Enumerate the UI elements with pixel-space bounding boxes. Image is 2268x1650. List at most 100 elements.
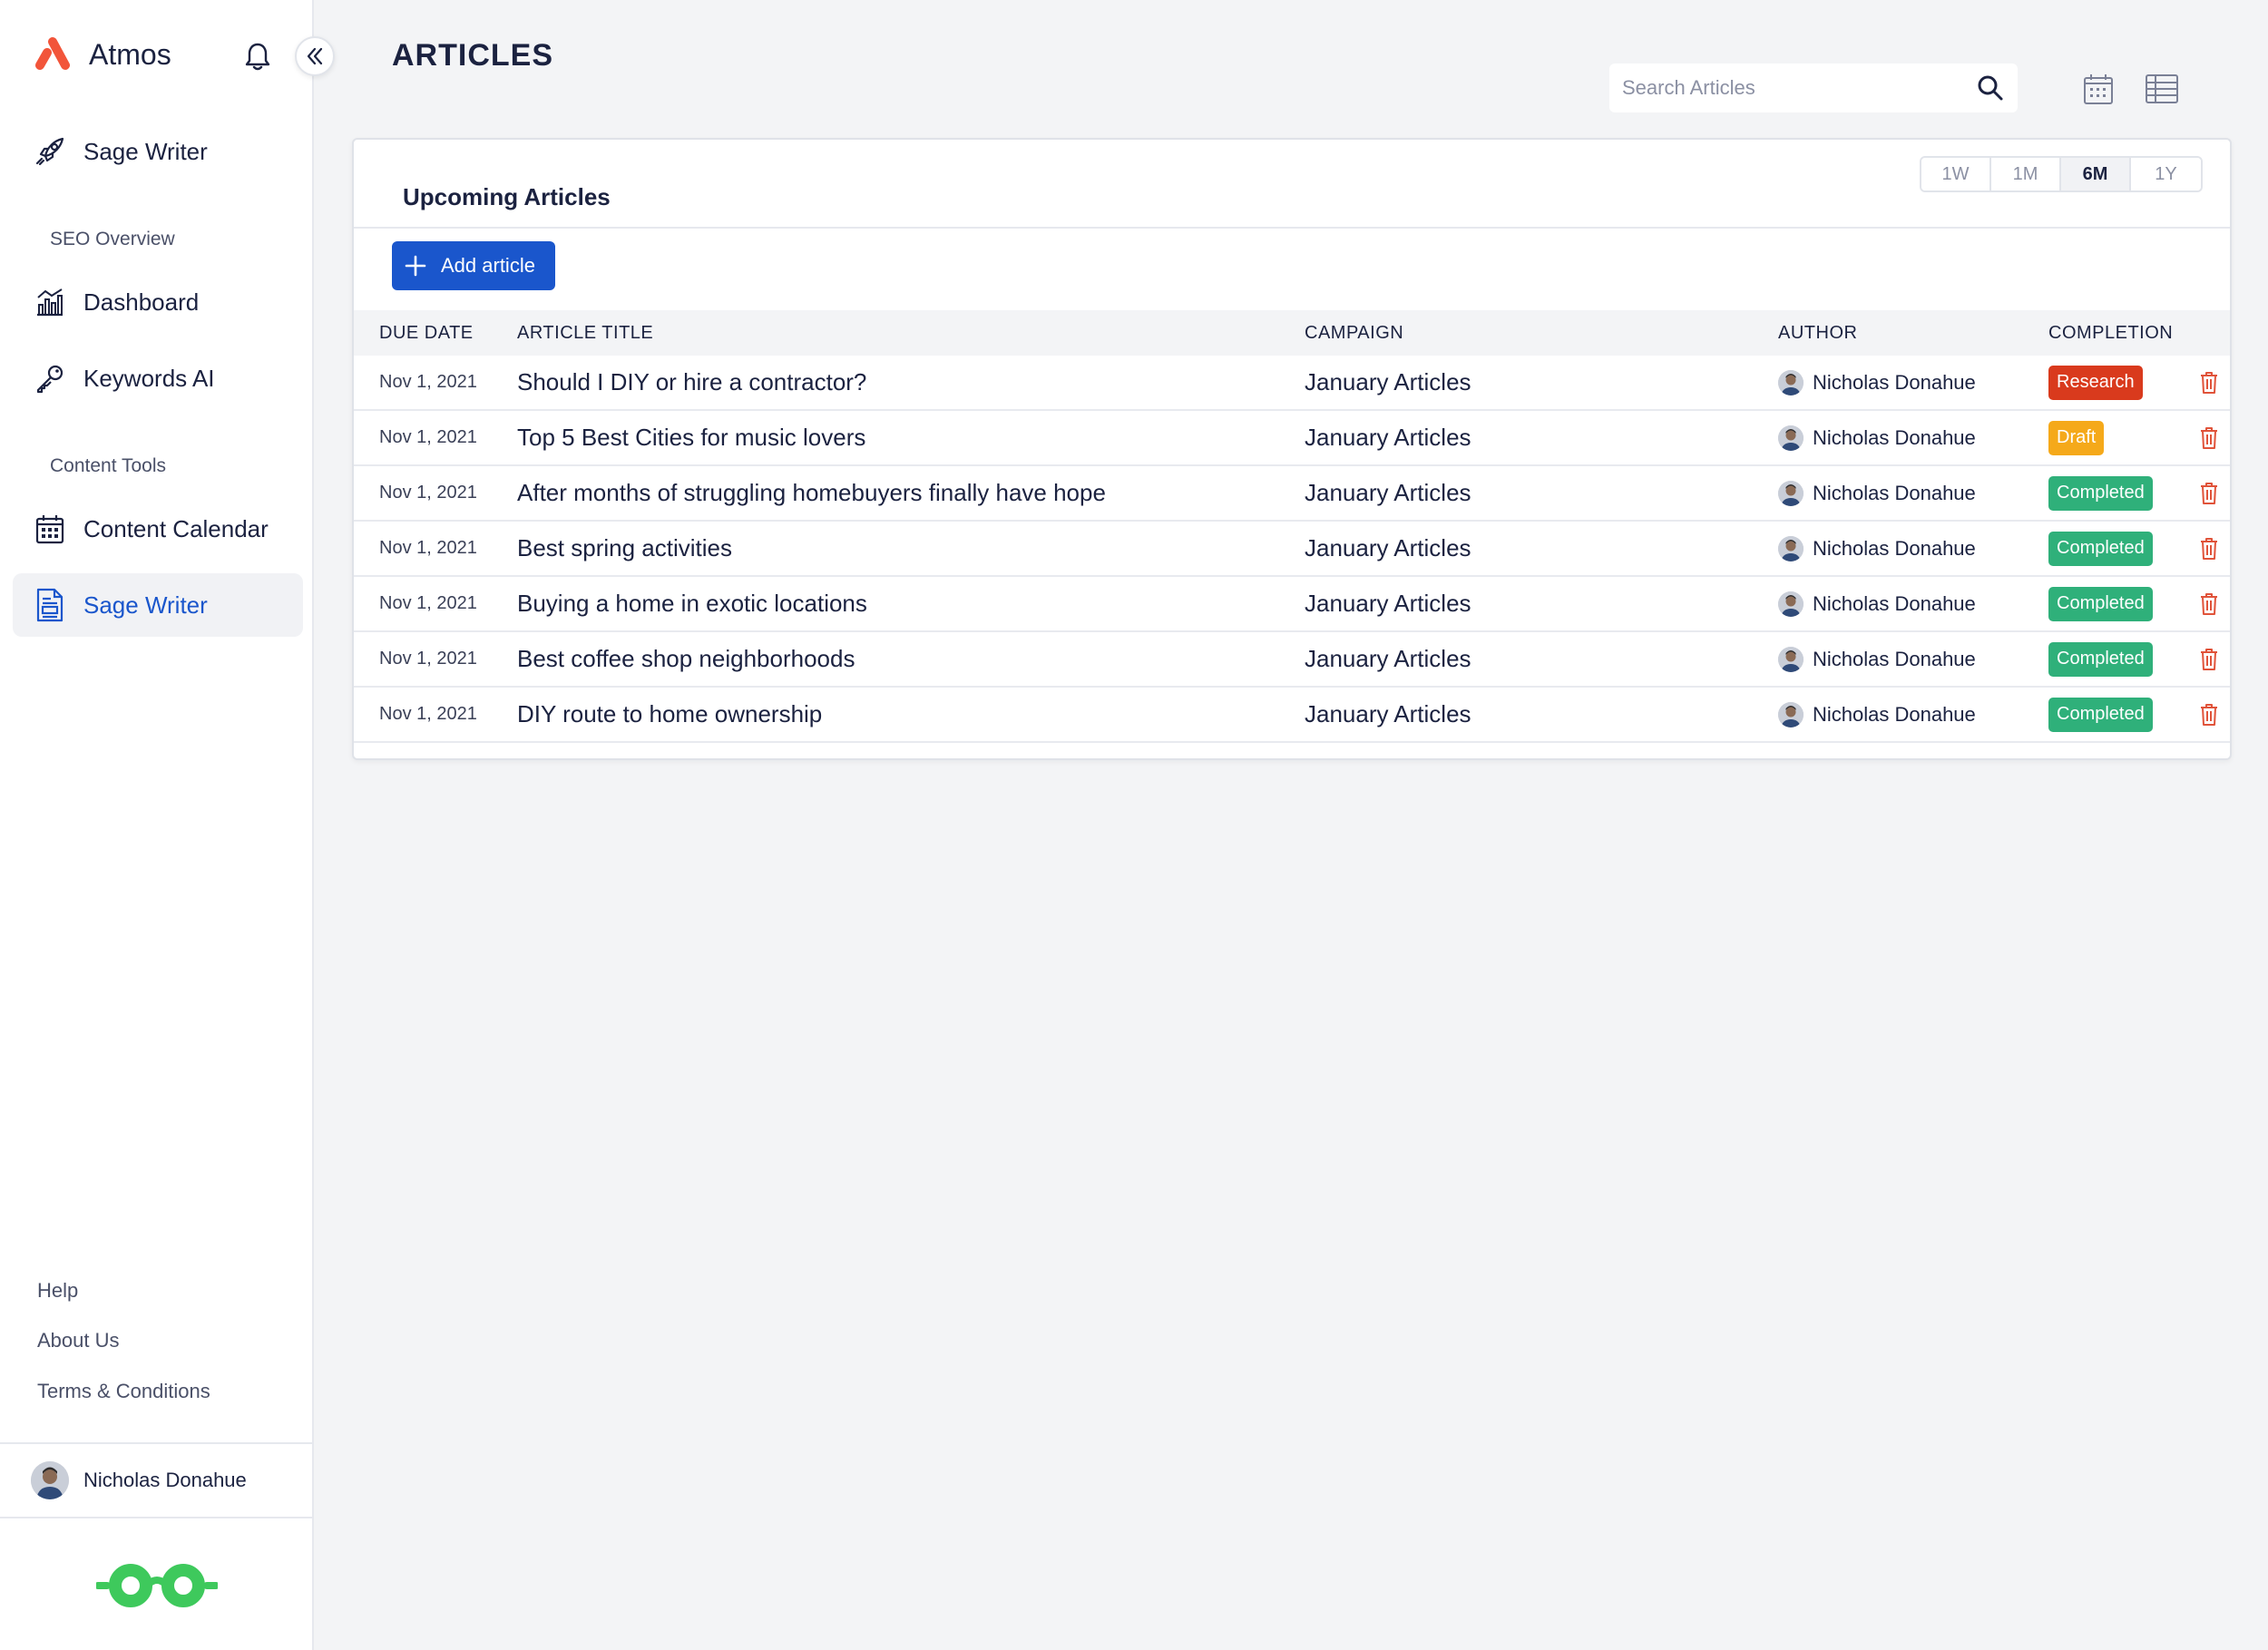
- search-input[interactable]: [1622, 76, 1972, 100]
- sidebar-item-content-calendar[interactable]: Content Calendar: [13, 497, 303, 561]
- author: Nicholas Donahue: [1778, 466, 1976, 520]
- trash-icon: [2201, 426, 2217, 449]
- author-name: Nicholas Donahue: [1813, 647, 1976, 670]
- completion-status: Completed: [2048, 466, 2153, 520]
- section-label-content-tools: Content Tools: [50, 455, 167, 476]
- column-header-due-date[interactable]: DUE DATE: [379, 310, 474, 356]
- status-badge[interactable]: Completed: [2048, 641, 2153, 677]
- completion-status: Completed: [2048, 688, 2153, 741]
- sidebar-item-dashboard[interactable]: Dashboard: [13, 270, 303, 334]
- trash-icon: [2201, 537, 2217, 560]
- page-title: ARTICLES: [392, 38, 553, 73]
- terms-conditions-link[interactable]: Terms & Conditions: [37, 1380, 210, 1403]
- due-date: Nov 1, 2021: [379, 427, 477, 447]
- article-title[interactable]: Buying a home in exotic locations: [517, 577, 867, 630]
- column-header-campaign[interactable]: CAMPAIGN: [1305, 310, 1403, 356]
- campaign: January Articles: [1305, 368, 1471, 395]
- status-badge[interactable]: Completed: [2048, 697, 2153, 732]
- author-name: Nicholas Donahue: [1813, 370, 1976, 394]
- upcoming-articles-card: Upcoming Articles 1W 1M 6M 1Y Add articl…: [352, 138, 2232, 760]
- trash-icon: [2201, 648, 2217, 670]
- completion-status: Draft: [2048, 411, 2105, 464]
- table-row[interactable]: Nov 1, 2021 DIY route to home ownership Ja…: [354, 688, 2230, 743]
- table-row[interactable]: Nov 1, 2021 Should I DIY or hire a contra…: [354, 356, 2230, 411]
- column-header-completion[interactable]: COMPLETION: [2048, 310, 2173, 356]
- sidebar-item-keywords-ai[interactable]: Keywords AI: [13, 347, 303, 410]
- delete-button[interactable]: [2199, 522, 2219, 575]
- campaign: January Articles: [1305, 479, 1471, 506]
- author: Nicholas Donahue: [1778, 522, 1976, 575]
- author-avatar: [1778, 369, 1804, 395]
- column-header-author[interactable]: AUTHOR: [1778, 310, 1857, 356]
- avatar: [31, 1461, 69, 1499]
- author-name: Nicholas Donahue: [1813, 536, 1976, 560]
- due-date: Nov 1, 2021: [379, 649, 477, 669]
- status-badge[interactable]: Draft: [2048, 420, 2105, 455]
- article-title[interactable]: Top 5 Best Cities for music lovers: [517, 411, 865, 464]
- search-bar: [1609, 63, 2018, 112]
- table-row[interactable]: Nov 1, 2021 After months of struggling ho…: [354, 466, 2230, 522]
- document-icon: [33, 588, 67, 622]
- table-row[interactable]: Nov 1, 2021 Buying a home in exotic locat…: [354, 577, 2230, 632]
- delete-button[interactable]: [2199, 411, 2219, 464]
- about-us-link[interactable]: About Us: [37, 1329, 120, 1352]
- notifications-bell-icon[interactable]: [241, 40, 274, 73]
- status-badge[interactable]: Research: [2048, 365, 2143, 400]
- sidebar-item-sage-writer-top[interactable]: Sage Writer: [13, 120, 303, 183]
- completion-status: Completed: [2048, 577, 2153, 630]
- article-title[interactable]: Should I DIY or hire a contractor?: [517, 356, 866, 409]
- sidebar-item-sage-writer[interactable]: Sage Writer: [13, 573, 303, 637]
- key-icon: [33, 361, 67, 395]
- add-article-button[interactable]: Add article: [392, 241, 555, 290]
- search-icon[interactable]: [1972, 70, 2009, 106]
- range-button-1w[interactable]: 1W: [1921, 158, 1991, 190]
- status-badge[interactable]: Completed: [2048, 475, 2153, 511]
- sidebar: Atmos Sage Writer SEO Overview Dashboard…: [0, 0, 314, 1650]
- sidebar-item-label: Keywords AI: [83, 364, 215, 392]
- table-row[interactable]: Nov 1, 2021 Best spring activities January…: [354, 522, 2230, 577]
- calendar-view-button[interactable]: [2080, 71, 2116, 107]
- divider: [354, 227, 2230, 229]
- delete-button[interactable]: [2199, 688, 2219, 741]
- article-title[interactable]: Best spring activities: [517, 522, 732, 575]
- article-title[interactable]: DIY route to home ownership: [517, 688, 822, 741]
- column-header-article-title[interactable]: ARTICLE TITLE: [517, 310, 653, 356]
- sidebar-item-label: Sage Writer: [83, 137, 208, 165]
- range-button-1y[interactable]: 1Y: [2131, 158, 2201, 190]
- double-chevron-left-icon: [307, 47, 323, 65]
- author-avatar: [1778, 425, 1804, 451]
- author-avatar: [1778, 535, 1804, 561]
- article-title[interactable]: After months of struggling homebuyers fi…: [517, 466, 1106, 520]
- atmos-logo-icon: [35, 37, 70, 70]
- help-link[interactable]: Help: [37, 1279, 78, 1303]
- range-button-6m[interactable]: 6M: [2061, 158, 2131, 190]
- due-date: Nov 1, 2021: [379, 704, 477, 724]
- table-row[interactable]: Nov 1, 2021 Best coffee shop neighborhood…: [354, 632, 2230, 688]
- table-row[interactable]: Nov 1, 2021 Top 5 Best Cities for music l…: [354, 411, 2230, 466]
- section-label-seo-overview: SEO Overview: [50, 229, 175, 249]
- article-title[interactable]: Best coffee shop neighborhoods: [517, 632, 855, 686]
- range-button-1m[interactable]: 1M: [1991, 158, 2061, 190]
- author-name: Nicholas Donahue: [1813, 425, 1976, 449]
- delete-button[interactable]: [2199, 577, 2219, 630]
- author-avatar: [1778, 480, 1804, 506]
- sidebar-item-label: Content Calendar: [83, 514, 269, 542]
- app-logo[interactable]: Atmos: [34, 36, 171, 73]
- status-badge[interactable]: Completed: [2048, 531, 2153, 566]
- plus-icon: [405, 255, 426, 277]
- table-header: DUE DATE ARTICLE TITLE CAMPAIGN AUTHOR C…: [354, 310, 2230, 356]
- delete-button[interactable]: [2199, 632, 2219, 686]
- current-user[interactable]: Nicholas Donahue: [0, 1442, 314, 1518]
- table-view-button[interactable]: [2144, 71, 2180, 107]
- author: Nicholas Donahue: [1778, 577, 1976, 630]
- status-badge[interactable]: Completed: [2048, 586, 2153, 621]
- campaign: January Articles: [1305, 700, 1471, 727]
- chart-icon: [33, 285, 67, 319]
- table-icon: [2146, 74, 2178, 103]
- delete-button[interactable]: [2199, 356, 2219, 409]
- due-date: Nov 1, 2021: [379, 372, 477, 392]
- card-title: Upcoming Articles: [403, 183, 611, 210]
- delete-button[interactable]: [2199, 466, 2219, 520]
- campaign: January Articles: [1305, 424, 1471, 451]
- collapse-sidebar-button[interactable]: [295, 36, 335, 76]
